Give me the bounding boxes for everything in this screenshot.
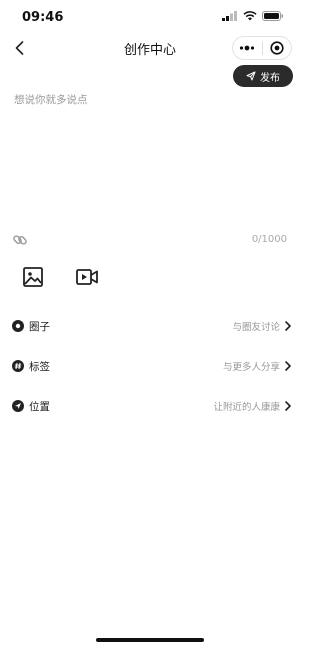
status-icons xyxy=(222,11,284,21)
option-row-location[interactable]: 位置 让附近的人康康 xyxy=(12,394,292,418)
option-hint: 与更多人分享 xyxy=(222,362,280,373)
nav-bar: 创作中心 xyxy=(0,34,300,62)
option-label: 圈子 xyxy=(29,320,50,333)
mini-program-capsule xyxy=(232,36,292,60)
chevron-right-icon xyxy=(284,401,292,411)
location-icon xyxy=(12,400,24,412)
link-button[interactable] xyxy=(12,232,28,248)
option-label: 位置 xyxy=(29,400,50,413)
wifi-icon xyxy=(243,11,257,21)
status-bar: 09:46 xyxy=(0,0,300,34)
content-textarea[interactable] xyxy=(14,92,286,222)
image-icon xyxy=(23,267,43,287)
close-circle-icon xyxy=(270,41,284,55)
chevron-right-icon xyxy=(284,321,292,331)
home-indicator xyxy=(96,638,204,642)
publish-button[interactable]: 发布 xyxy=(233,65,293,87)
cellular-signal-icon xyxy=(222,11,237,21)
add-image-button[interactable] xyxy=(22,266,44,288)
chevron-right-icon xyxy=(284,361,292,371)
publish-label: 发布 xyxy=(260,72,280,84)
option-hint: 让附近的人康康 xyxy=(213,402,280,413)
link-icon xyxy=(13,235,27,245)
option-hint: 与圈友讨论 xyxy=(232,322,280,333)
circle-icon xyxy=(12,320,24,332)
add-video-button[interactable] xyxy=(75,266,99,288)
battery-icon xyxy=(262,11,284,21)
char-counter: 0/1000 xyxy=(251,234,287,245)
option-label: 标签 xyxy=(29,360,50,373)
send-icon xyxy=(246,71,256,81)
more-dots-icon xyxy=(240,45,255,51)
close-button[interactable] xyxy=(263,37,292,59)
option-row-circle[interactable]: 圈子 与圈友讨论 xyxy=(12,314,292,338)
option-row-tag[interactable]: 标签 与更多人分享 xyxy=(12,354,292,378)
video-icon xyxy=(76,269,98,285)
hashtag-icon xyxy=(12,360,24,372)
status-time: 09:46 xyxy=(22,10,64,25)
more-button[interactable] xyxy=(233,37,262,59)
